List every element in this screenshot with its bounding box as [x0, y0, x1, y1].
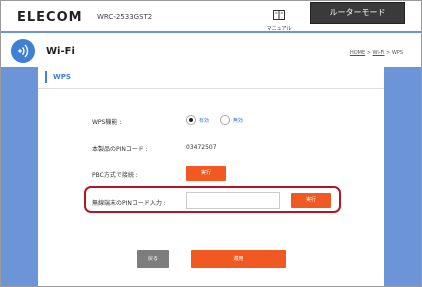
- app-frame: ELECOM WRC-2533GST2 マニュアル ルーターモード Wi-Fi …: [0, 0, 422, 287]
- model-name: WRC-2533GST2: [97, 13, 153, 21]
- breadcrumb: HOME > Wi-Fi > WPS: [350, 50, 403, 56]
- device-pin-label: 本製品のPINコード :: [92, 146, 148, 153]
- manual-link[interactable]: マニュアル: [265, 5, 293, 32]
- wps-disable-label[interactable]: 無効: [233, 117, 243, 124]
- breadcrumb-separator: >: [366, 50, 371, 56]
- back-button[interactable]: 戻る: [137, 250, 169, 268]
- wps-disable-radio[interactable]: [220, 115, 230, 125]
- pbc-execute-button[interactable]: 実行: [186, 166, 226, 181]
- breadcrumb-wifi[interactable]: Wi-Fi: [373, 50, 385, 56]
- wps-function-label: WPS機能 :: [92, 119, 122, 126]
- apply-button[interactable]: 適用: [191, 250, 286, 268]
- wps-enable-radio[interactable]: [186, 115, 196, 125]
- manual-label: マニュアル: [266, 26, 292, 32]
- section-title: WPS: [45, 71, 71, 83]
- wifi-icon: [11, 39, 35, 63]
- router-mode-tab[interactable]: ルーターモード: [310, 2, 405, 24]
- device-pin-value: 03472507: [186, 144, 217, 151]
- page-title: Wi-Fi: [46, 46, 75, 57]
- brand-logo: ELECOM: [17, 10, 83, 25]
- top-header: ELECOM WRC-2533GST2 マニュアル ルーターモード: [1, 1, 421, 32]
- breadcrumb-current: WPS: [391, 50, 403, 56]
- breadcrumb-home[interactable]: HOME: [350, 50, 365, 56]
- highlight-box: [84, 186, 341, 213]
- section-divider: [38, 88, 384, 89]
- breadcrumb-separator: >: [386, 50, 391, 56]
- pbc-label: PBC方式で接続 :: [92, 172, 138, 179]
- page-titlebar: Wi-Fi HOME > Wi-Fi > WPS: [1, 33, 421, 67]
- book-icon: [273, 10, 285, 20]
- wps-enable-label[interactable]: 有効: [199, 117, 209, 124]
